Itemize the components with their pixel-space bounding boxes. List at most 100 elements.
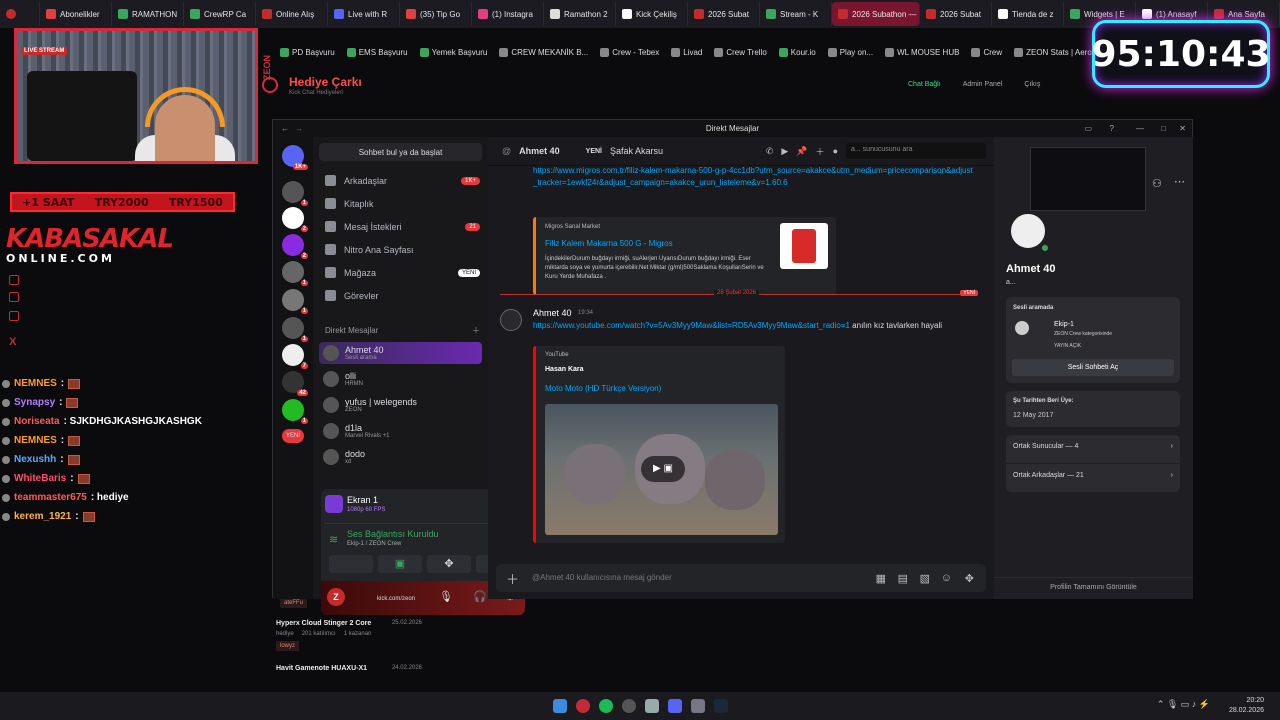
video-thumbnail[interactable]: ▶ ▣ — [545, 404, 778, 535]
chat-search-input[interactable]: a... sunucusunu ara — [846, 143, 986, 159]
clock[interactable]: 20:20 28.02.2026 — [1229, 696, 1264, 716]
windows-start-icon[interactable] — [552, 699, 567, 713]
dm-item[interactable]: dodo xd — [319, 446, 482, 468]
bookmark-item[interactable]: CREW MEKANİK B... — [499, 47, 588, 57]
nav-item-3[interactable]: Nitro Ana Sayfası — [325, 244, 480, 255]
video-icon[interactable]: ▶ — [781, 146, 788, 157]
browser-tab[interactable]: Online Alış — [256, 2, 328, 26]
message-avatar[interactable] — [500, 309, 522, 331]
browser-tab[interactable]: Tienda de z — [992, 2, 1064, 26]
mic-icon[interactable]: 🎙 — [439, 590, 453, 603]
nav-item-0[interactable]: Arkadaşlar 1K+ — [325, 175, 480, 186]
obs-icon[interactable] — [621, 699, 636, 713]
nav-logout[interactable]: Çıkış — [1024, 81, 1040, 88]
embed-title[interactable]: Moto Moto (HD Türkçe Versiyon) — [545, 384, 661, 393]
bookmark-item[interactable]: ZEON Stats | Aero... — [1014, 47, 1098, 57]
view-full-profile-link[interactable]: Profilin Tamamını Görüntüle — [994, 584, 1193, 591]
inbox-icon[interactable]: ▭ — [1084, 124, 1092, 133]
chat-username[interactable]: teammaster675 — [14, 492, 87, 503]
camera-toggle-button[interactable] — [329, 555, 373, 573]
mutual-friends-row[interactable]: Ortak Arkadaşlar — 21 › — [1013, 472, 1173, 479]
embed-title[interactable]: Filiz Kalem Makarna 500 G - Migros — [545, 239, 673, 248]
server-icon[interactable]: 42 — [282, 371, 308, 396]
browser-tab[interactable]: Kick Çekiliş — [616, 2, 688, 26]
apps-icon[interactable]: ✥ — [965, 572, 974, 585]
browser-tab[interactable]: 2026 Subathon — H — [832, 2, 920, 26]
browser-tab[interactable]: Live with R — [328, 2, 400, 26]
nav-item-5[interactable]: Görevler — [325, 290, 480, 301]
browser-tab[interactable]: (35) Tip Go — [400, 2, 472, 26]
server-icon[interactable]: 1 — [282, 261, 308, 286]
server-icon[interactable]: 2 — [282, 207, 308, 232]
bookmark-item[interactable]: Kour.io — [778, 47, 816, 57]
server-icon[interactable]: 2 — [282, 234, 308, 259]
message-input[interactable]: @Ahmet 40 kullanıcısına mesaj gönder — [532, 573, 672, 582]
bookmark-item[interactable]: Play on... — [827, 47, 873, 57]
server-icon[interactable]: 1 — [282, 317, 308, 342]
bookmark-item[interactable]: Crew - Tebex — [600, 47, 659, 57]
back-arrow-icon[interactable]: ← — [281, 124, 289, 133]
nav-item-1[interactable]: Kitaplık — [325, 198, 480, 209]
emoji-icon[interactable]: ☺ — [941, 572, 952, 584]
browser-tab[interactable]: RAMATHON — [112, 2, 184, 26]
server-icon[interactable]: 7 — [282, 344, 308, 369]
call-icon[interactable]: ✆ — [766, 146, 774, 157]
server-icon[interactable]: YENİ — [282, 429, 304, 443]
gift-icon[interactable]: ▦ — [876, 572, 886, 585]
add-friend-icon[interactable]: ＋ — [816, 145, 825, 158]
spotify-icon[interactable] — [598, 699, 613, 713]
server-icon[interactable]: 1 — [282, 399, 308, 424]
browser-tab[interactable]: 2026 Subat — [920, 2, 992, 26]
headphone-icon[interactable]: 🎧 — [473, 590, 487, 603]
help-icon[interactable]: ? — [1110, 124, 1114, 133]
nav-item-4[interactable]: Mağaza YENİ — [325, 267, 480, 278]
add-dm-icon[interactable]: ＋ — [472, 325, 480, 336]
chat-username[interactable]: WhiteBaris — [14, 473, 66, 484]
dm-item[interactable]: d1la Marvel Rivals +1 — [319, 420, 482, 442]
steam-icon[interactable] — [713, 699, 728, 713]
server-icon[interactable]: 1 — [282, 181, 308, 206]
chat-username[interactable]: NEMNES — [14, 378, 57, 389]
minimize-icon[interactable]: — — [1136, 124, 1144, 133]
dm-home-icon[interactable]: 1K+ — [282, 145, 308, 170]
forward-arrow-icon[interactable]: → — [295, 124, 303, 133]
giveaway-title[interactable]: Hyperx Cloud Stinger 2 Core — [276, 620, 371, 627]
chat-username[interactable]: kerem_1921 — [14, 511, 71, 522]
message-link[interactable]: https://www.migros.com.tr/filiz-kalem-ma… — [533, 165, 973, 201]
bookmark-item[interactable]: Yemek Başvuru — [419, 47, 487, 57]
sticker-icon[interactable]: ▧ — [920, 572, 930, 585]
attach-plus-icon[interactable]: ＋ — [506, 569, 519, 588]
dm-item[interactable]: Ahmet 40 Sesli arama — [319, 342, 482, 364]
bookmark-item[interactable]: Crew Trello — [714, 47, 767, 57]
mutual-servers-row[interactable]: Ortak Sunucular — 4 › — [1013, 443, 1173, 450]
chat-username[interactable]: NEMNES — [14, 435, 57, 446]
bookmark-item[interactable]: Livad — [671, 47, 702, 57]
nav-item-2[interactable]: Mesaj İstekleri 21 — [325, 221, 480, 232]
bookmark-item[interactable]: Crew — [971, 47, 1002, 57]
discord-icon[interactable] — [667, 699, 682, 713]
settings-icon[interactable] — [690, 699, 705, 713]
gif-icon[interactable]: ▤ — [898, 572, 908, 585]
chat-username[interactable]: Nexushh — [14, 454, 56, 465]
explorer-icon[interactable] — [644, 699, 659, 713]
browser-tab[interactable]: (1) Instagra — [472, 2, 544, 26]
message-link[interactable]: https://www.youtube.com/watch?v=5Av3Myy9… — [533, 321, 850, 330]
activities-button[interactable]: ✥ — [427, 555, 471, 573]
dm-search-button[interactable]: Sohbet bul ya da başlat — [319, 143, 482, 161]
dm-item[interactable]: yufus | welegends ZEON — [319, 394, 482, 416]
close-icon[interactable]: ✕ — [1179, 124, 1186, 133]
chat-username[interactable]: Noriseata — [14, 416, 60, 427]
giveaway-title[interactable]: Havit Gamenote HUAXU-X1 — [276, 665, 367, 672]
bookmark-item[interactable]: EMS Başvuru — [346, 47, 408, 57]
join-voice-button[interactable]: Sesli Sohbeti Aç — [1012, 359, 1174, 376]
chat-username[interactable]: Synapsy — [14, 397, 55, 408]
play-icon[interactable]: ▶ ▣ — [641, 456, 685, 482]
message-author[interactable]: Ahmet 40 — [533, 308, 572, 318]
browser-tab[interactable]: CrewRP Ca — [184, 2, 256, 26]
tray-icons[interactable]: ⌃ 🎙 ▭ ♪ ⚡ — [1157, 699, 1210, 710]
chat-recipient[interactable]: Ahmet 40 — [519, 146, 560, 156]
browser-tab[interactable]: Stream - K — [760, 2, 832, 26]
browser-tab[interactable]: Abonelikler — [40, 2, 112, 26]
add-friend-icon[interactable]: ⚇ — [1152, 177, 1162, 190]
nav-admin-panel[interactable]: Admin Panel — [963, 81, 1003, 88]
